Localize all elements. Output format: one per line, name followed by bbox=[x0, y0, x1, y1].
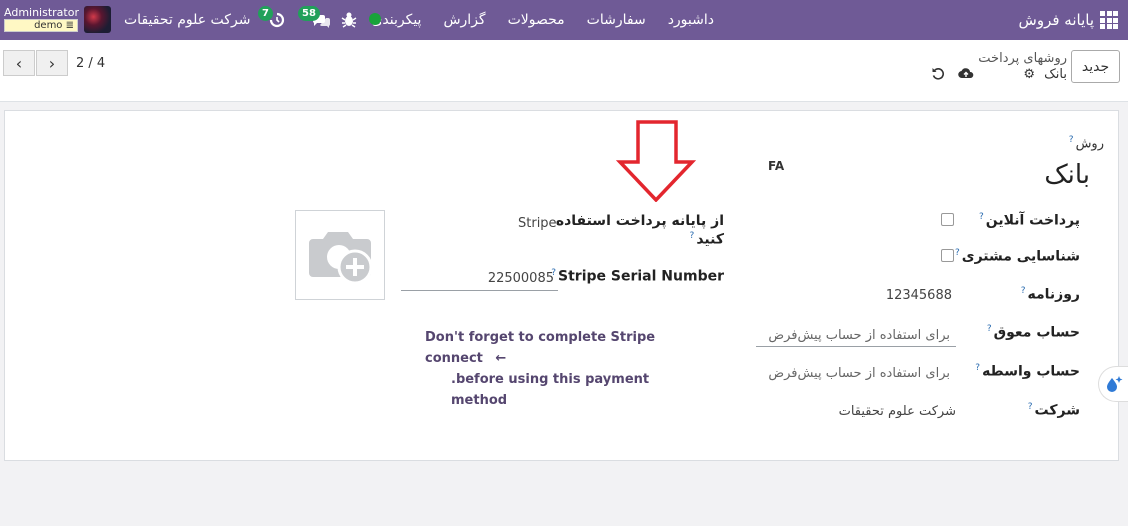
top-navbar: پایانه فروش داشبورد سفارشات محصولات گزار… bbox=[0, 0, 1128, 40]
customer-identification-label: ? شناسایی مشتری bbox=[954, 248, 1080, 265]
stripe-connect-warning: Don't forget to complete Stripe connect … bbox=[425, 330, 656, 408]
help-icon[interactable]: ? bbox=[987, 324, 992, 334]
online-status-indicator bbox=[369, 13, 381, 25]
activities-count-badge: 7 bbox=[258, 6, 273, 21]
customer-identification-checkbox[interactable] bbox=[941, 249, 954, 262]
side-helper-tab[interactable] bbox=[1098, 366, 1128, 402]
breadcrumb-current: بانک bbox=[1044, 67, 1067, 82]
use-terminal-label: از پایانه پرداخت استفاده ? کنید bbox=[555, 213, 724, 248]
pager-next-button[interactable]: › bbox=[36, 50, 68, 76]
water-drop-sparkle-icon bbox=[1106, 376, 1122, 392]
main-menu: داشبورد سفارشات محصولات گزارش پیکربندی bbox=[371, 0, 714, 40]
user-menu[interactable]: Administrator demo ≣ bbox=[4, 6, 79, 32]
help-icon[interactable]: ? bbox=[1069, 135, 1074, 145]
new-button[interactable]: جدید bbox=[1071, 50, 1120, 83]
outstanding-account-underline bbox=[756, 346, 956, 347]
discard-undo-icon[interactable] bbox=[931, 66, 945, 80]
stripe-serial-underline bbox=[401, 290, 558, 291]
chevron-right-icon: › bbox=[48, 53, 56, 73]
menu-item-products[interactable]: محصولات bbox=[508, 12, 565, 28]
camera-add-icon bbox=[309, 232, 373, 285]
apps-menu-icon[interactable] bbox=[1100, 0, 1120, 40]
outstanding-account-input[interactable]: برای استفاده از حساب پیش‌فرض bbox=[768, 328, 950, 343]
breadcrumb-parent[interactable]: روشهای پرداخت bbox=[978, 51, 1067, 66]
pager-previous-button[interactable]: ‹ bbox=[3, 50, 35, 76]
menu-item-reporting[interactable]: گزارش bbox=[443, 12, 485, 28]
journal-label: ? روزنامه bbox=[1020, 286, 1080, 303]
intermediary-account-input[interactable]: برای استفاده از حساب پیش‌فرض bbox=[768, 366, 950, 381]
arrow-left-icon[interactable]: ← bbox=[495, 351, 506, 366]
outstanding-account-label: ? حساب معوق bbox=[986, 324, 1080, 341]
help-icon[interactable]: ? bbox=[1021, 286, 1026, 296]
online-payment-label: ? پرداخت آنلاین bbox=[978, 212, 1080, 229]
help-icon[interactable]: ? bbox=[690, 231, 695, 241]
language-badge[interactable]: FA bbox=[768, 159, 784, 173]
database-icon: ≣ bbox=[65, 20, 74, 31]
help-icon[interactable]: ? bbox=[1028, 402, 1033, 412]
menu-item-orders[interactable]: سفارشات bbox=[587, 12, 646, 28]
terminal-select[interactable]: Stripe bbox=[518, 216, 557, 231]
annotation-arrow-down-icon bbox=[616, 120, 696, 202]
database-name: demo bbox=[34, 20, 63, 31]
help-icon[interactable]: ? bbox=[975, 363, 980, 373]
menu-item-dashboard[interactable]: داشبورد bbox=[668, 12, 714, 28]
image-upload-field[interactable] bbox=[295, 210, 385, 300]
help-icon[interactable]: ? bbox=[955, 248, 960, 258]
stripe-serial-input[interactable]: 22500085 bbox=[488, 271, 554, 286]
company-label: ? شرکت bbox=[1027, 402, 1080, 419]
help-icon[interactable]: ? bbox=[979, 212, 984, 222]
user-name: Administrator bbox=[4, 6, 79, 19]
gear-icon[interactable]: ⚙ bbox=[1023, 67, 1035, 82]
method-name-input[interactable]: بانک bbox=[1044, 160, 1090, 190]
chevron-left-icon: ‹ bbox=[15, 53, 23, 73]
company-field[interactable]: شرکت علوم تحقیقات bbox=[839, 404, 956, 419]
control-panel: جدید روشهای پرداخت بانک ⚙ 2 / 4 › ‹ bbox=[0, 40, 1128, 102]
save-cloud-icon[interactable] bbox=[958, 66, 974, 80]
stripe-serial-label: ? Stripe Serial Number bbox=[551, 268, 724, 285]
company-switcher[interactable]: شرکت علوم تحقیقات bbox=[124, 0, 250, 40]
database-badge: demo ≣ bbox=[4, 19, 78, 32]
debug-bug-icon[interactable] bbox=[341, 11, 357, 29]
intermediary-account-label: ? حساب واسطه bbox=[975, 363, 1080, 380]
method-field-label: ? روش bbox=[1068, 135, 1104, 152]
online-payment-checkbox[interactable] bbox=[941, 213, 954, 226]
messages-count-badge: 58 bbox=[298, 6, 320, 21]
pager-value: 2 / 4 bbox=[76, 56, 106, 71]
avatar[interactable] bbox=[84, 6, 111, 33]
app-brand[interactable]: پایانه فروش bbox=[1019, 0, 1094, 40]
journal-field[interactable]: 12345688 bbox=[886, 288, 952, 303]
